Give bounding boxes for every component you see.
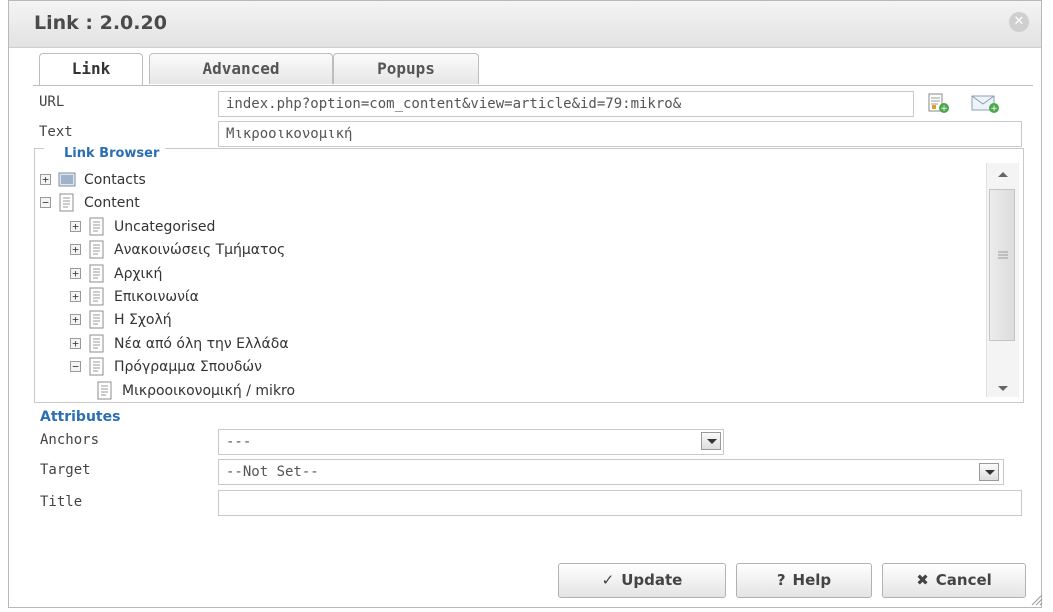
tree-item[interactable]: + Ανακοινώσεις Τμήματος — [70, 240, 960, 260]
title-label: Title — [40, 494, 83, 510]
tree-item-label: Επικοινωνία — [114, 289, 199, 305]
tree-item[interactable]: + Contacts — [40, 170, 960, 190]
expand-icon[interactable]: + — [70, 267, 81, 279]
update-label: Update — [621, 571, 683, 589]
tree-item-label: Η Σχολή — [114, 312, 172, 329]
scroll-down-icon[interactable] — [998, 384, 1008, 392]
text-input[interactable]: Μικροοικονομική — [218, 121, 1022, 147]
dialog-title: Link : 2.0.20 — [34, 12, 167, 34]
tree-item[interactable]: + Uncategorised — [70, 217, 960, 237]
url-input[interactable]: index.php?option=com_content&view=articl… — [218, 91, 914, 117]
link-browser-legend: Link Browser — [44, 146, 166, 161]
anchors-dropdown-icon[interactable] — [701, 432, 721, 450]
url-label: URL — [39, 94, 65, 110]
check-icon: ✓ — [601, 571, 615, 589]
contacts-icon — [58, 172, 76, 187]
tree-item[interactable]: + Αρχική — [70, 264, 960, 284]
resize-grip-icon[interactable] — [1031, 594, 1043, 606]
cancel-icon: ✖ — [916, 571, 929, 589]
dialog-titlebar[interactable]: Link : 2.0.20 ✕ — [9, 1, 1041, 48]
tree-item-label: Ανακοινώσεις Τμήματος — [114, 242, 286, 259]
target-dropdown-icon[interactable] — [979, 463, 999, 481]
anchors-label: Anchors — [40, 432, 100, 448]
help-icon: ? — [776, 571, 786, 589]
tab-link[interactable]: Link — [39, 53, 143, 86]
title-input[interactable] — [218, 490, 1022, 516]
expand-icon[interactable]: + — [70, 244, 81, 256]
help-button[interactable]: ? Help — [736, 563, 872, 598]
scroll-up-icon[interactable] — [998, 171, 1008, 179]
expand-icon[interactable]: + — [70, 314, 81, 326]
article-icon — [59, 193, 74, 212]
expand-icon[interactable]: + — [70, 220, 81, 232]
article-icon — [89, 310, 104, 329]
article-icon — [97, 381, 112, 400]
article-icon — [89, 357, 104, 376]
tree-item[interactable]: + Η Σχολή — [70, 310, 960, 330]
tree-item[interactable]: − Content — [40, 193, 960, 213]
attributes-heading: Attributes — [40, 409, 121, 425]
browse-page-icon[interactable]: + — [926, 92, 950, 114]
article-icon — [89, 240, 104, 259]
tree-item-label: Μικροοικονομική / mikro — [122, 382, 296, 399]
tab-popups[interactable]: Popups — [333, 53, 479, 84]
text-label: Text — [39, 124, 73, 140]
tree-item-label: Αρχική — [114, 265, 163, 282]
expand-icon[interactable]: + — [70, 291, 81, 302]
expand-icon[interactable]: + — [70, 337, 81, 349]
target-label: Target — [40, 462, 91, 478]
help-label: Help — [792, 571, 832, 589]
article-icon — [89, 264, 104, 283]
article-icon — [89, 287, 104, 306]
tree-item-label: Uncategorised — [114, 218, 216, 235]
article-icon — [89, 217, 104, 236]
cancel-label: Cancel — [935, 571, 992, 589]
tree-item-label: Content — [84, 195, 140, 212]
tab-advanced[interactable]: Advanced — [149, 53, 333, 84]
tree-item[interactable]: − Πρόγραμμα Σπουδών — [70, 357, 960, 377]
tree-item-label: Νέα από όλη την Ελλάδα — [114, 335, 289, 352]
scrollbar-thumb[interactable] — [989, 189, 1015, 341]
tree-item[interactable]: + Νέα από όλη την Ελλάδα — [70, 334, 960, 354]
cancel-button[interactable]: ✖ Cancel — [882, 563, 1026, 598]
tree-item-label: Contacts — [84, 172, 146, 188]
anchors-select[interactable]: --- — [218, 429, 724, 455]
collapse-icon[interactable]: − — [70, 361, 81, 373]
tree-item[interactable]: Μικροοικονομική / mikro — [96, 381, 960, 401]
tree-scrollbar[interactable] — [986, 163, 1019, 397]
svg-text:+: + — [990, 104, 998, 114]
collapse-icon[interactable]: − — [40, 197, 51, 209]
tree-item[interactable]: + Επικοινωνία — [70, 287, 960, 307]
close-icon[interactable]: ✕ — [1009, 12, 1029, 32]
svg-text:+: + — [940, 104, 948, 114]
expand-icon[interactable]: + — [40, 174, 51, 185]
email-link-icon[interactable]: + — [970, 92, 1000, 114]
target-select[interactable]: --Not Set-- — [218, 459, 1004, 485]
update-button[interactable]: ✓ Update — [558, 563, 726, 598]
article-icon — [89, 334, 104, 353]
tree-item-label: Πρόγραμμα Σπουδών — [114, 359, 262, 376]
